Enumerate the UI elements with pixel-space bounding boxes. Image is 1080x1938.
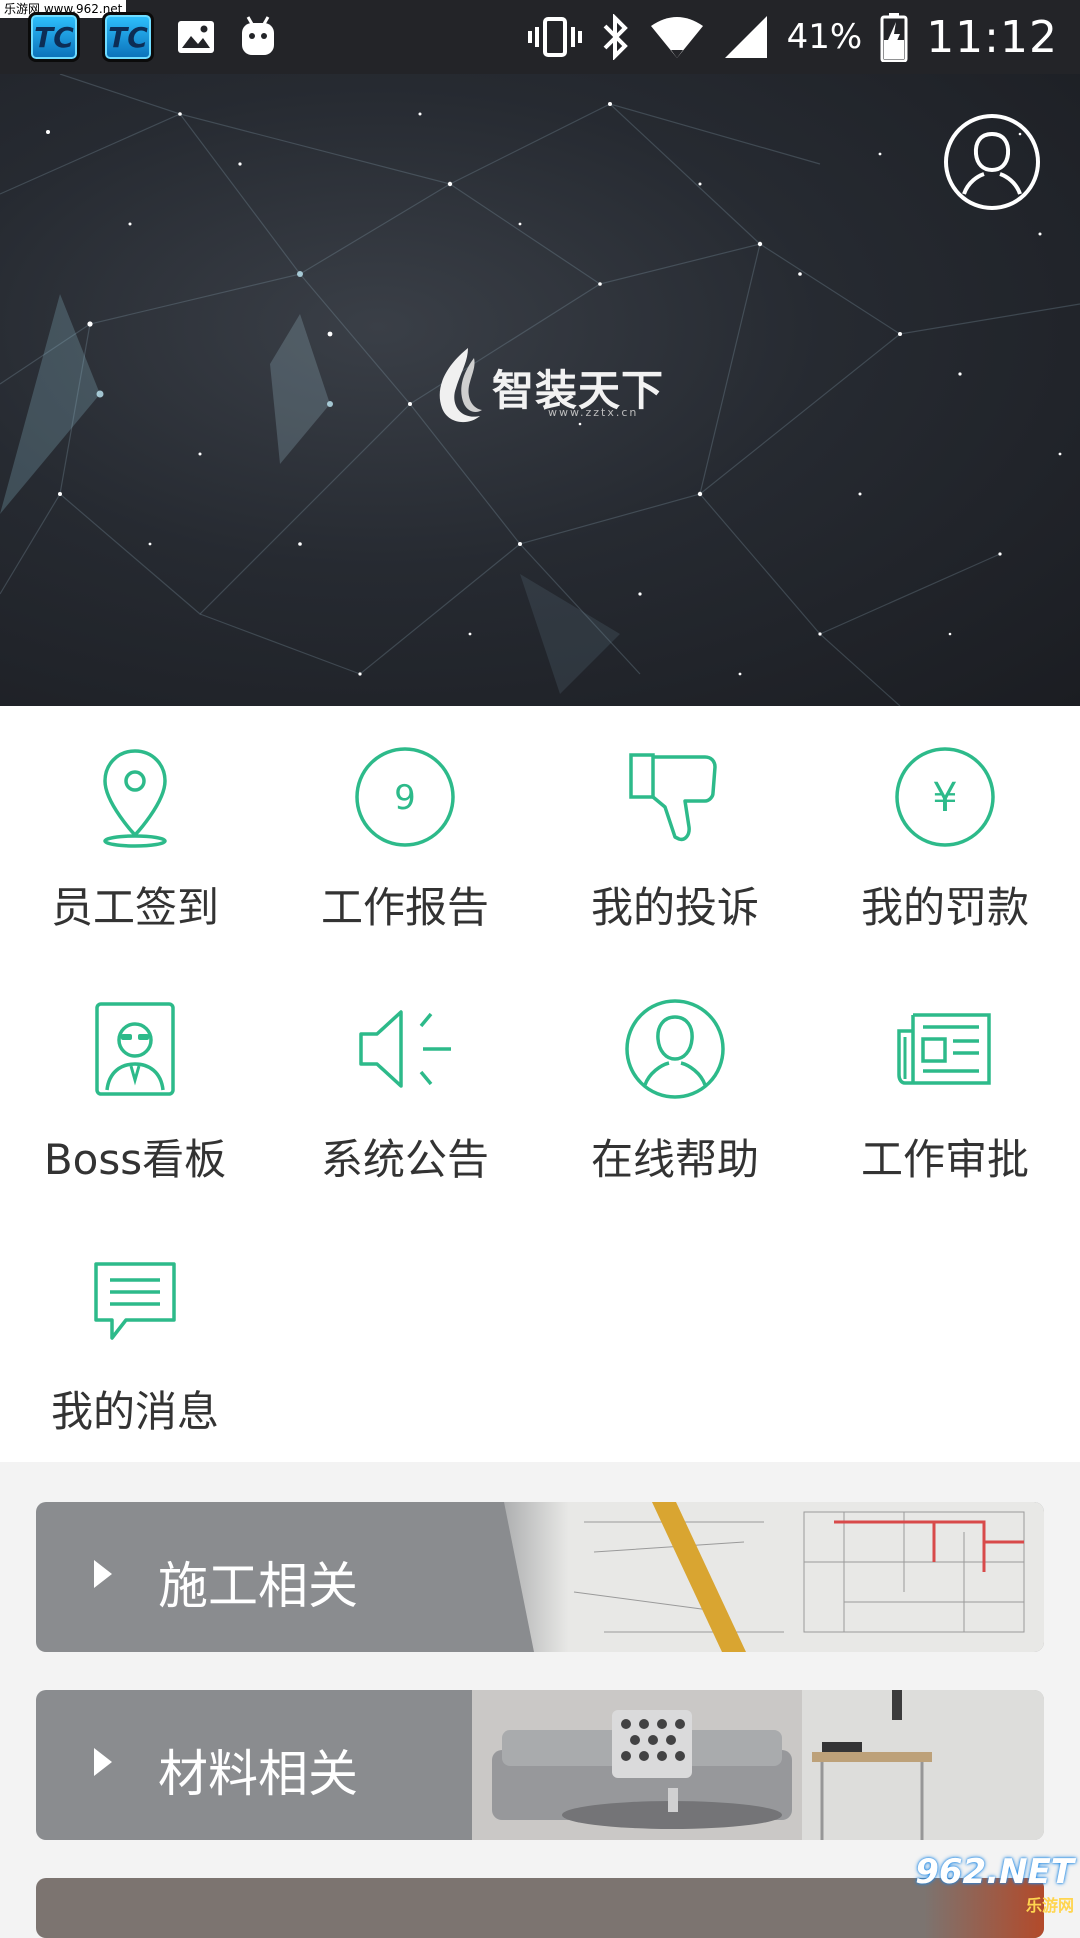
- category-title: 材料相关: [158, 1734, 358, 1806]
- site-watermark-logo: 962.NET 乐游网: [915, 1852, 1074, 1916]
- tc-app-icon: TC: [102, 12, 154, 62]
- blueprint-photo: [464, 1502, 1044, 1652]
- living-room-photo: [472, 1690, 1044, 1840]
- hero-banner: 智装天下 www.zztx.cn: [0, 74, 1080, 706]
- grid-item-label: Boss看板: [44, 1126, 226, 1187]
- system-status-icons: 41% 11:12: [527, 8, 1058, 66]
- report-badge-number: 9: [394, 778, 416, 818]
- message-bubble-icon: [90, 1258, 180, 1344]
- location-pin-icon: [95, 745, 175, 849]
- grid-item-announcements[interactable]: 系统公告: [270, 958, 540, 1210]
- grid-item-label: 在线帮助: [591, 1126, 759, 1187]
- report-badge-icon: 9: [353, 745, 457, 849]
- wifi-icon: [649, 14, 705, 60]
- clock: 11:12: [926, 12, 1058, 63]
- boss-portrait-icon: [93, 1000, 177, 1098]
- grid-item-approvals[interactable]: 工作审批: [810, 958, 1080, 1210]
- grid-item-checkin[interactable]: 员工签到: [0, 706, 270, 958]
- newspaper-icon: [895, 1009, 995, 1089]
- grid-item-label: 我的消息: [51, 1378, 219, 1439]
- expand-arrow-icon: [94, 1748, 112, 1776]
- category-card-partial[interactable]: [36, 1878, 1044, 1938]
- vibrate-icon: [527, 15, 583, 59]
- expand-arrow-icon: [94, 1560, 112, 1588]
- person-circle-icon: [623, 997, 727, 1101]
- tc-app-icon: TC: [28, 12, 80, 62]
- thumbs-down-icon: [625, 747, 725, 847]
- grid-item-label: 系统公告: [321, 1126, 489, 1187]
- grid-item-complaints[interactable]: 我的投诉: [540, 706, 810, 958]
- image-icon: [176, 17, 216, 57]
- app-logo: 智装天下 www.zztx.cn: [430, 344, 664, 430]
- battery-charging-icon: [880, 12, 908, 62]
- yen-glyph: ¥: [932, 775, 957, 821]
- notification-icons: TC TC: [28, 12, 278, 62]
- speaker-icon: [355, 1004, 455, 1094]
- category-card-construction[interactable]: 施工相关: [36, 1502, 1044, 1652]
- bluetooth-icon: [601, 14, 631, 60]
- logo-url: www.zztx.cn: [548, 406, 638, 419]
- grid-item-online-help[interactable]: 在线帮助: [540, 958, 810, 1210]
- grid-item-messages[interactable]: 我的消息: [0, 1210, 270, 1462]
- yen-circle-icon: ¥: [893, 745, 997, 849]
- grid-item-label: 员工签到: [51, 874, 219, 935]
- category-card-materials[interactable]: 材料相关: [36, 1690, 1044, 1840]
- grid-item-label: 工作审批: [861, 1126, 1029, 1187]
- user-profile-icon[interactable]: [942, 112, 1042, 212]
- android-robot-icon: [238, 15, 278, 59]
- category-title: 施工相关: [158, 1546, 358, 1618]
- status-bar: 乐游网 www.962.net TC TC: [0, 0, 1080, 74]
- grid-item-work-report[interactable]: 9 工作报告: [270, 706, 540, 958]
- grid-item-label: 我的投诉: [591, 874, 759, 935]
- function-grid: 员工签到 9 工作报告 我的投诉 ¥ 我的罚款: [0, 706, 1080, 1462]
- battery-percent: 41%: [787, 17, 863, 57]
- grid-item-label: 我的罚款: [861, 874, 1029, 935]
- grid-item-boss-board[interactable]: Boss看板: [0, 958, 270, 1210]
- grid-item-label: 工作报告: [321, 874, 489, 935]
- logo-flame-icon: [430, 344, 490, 430]
- cell-signal-icon: [723, 14, 769, 60]
- grid-item-fines[interactable]: ¥ 我的罚款: [810, 706, 1080, 958]
